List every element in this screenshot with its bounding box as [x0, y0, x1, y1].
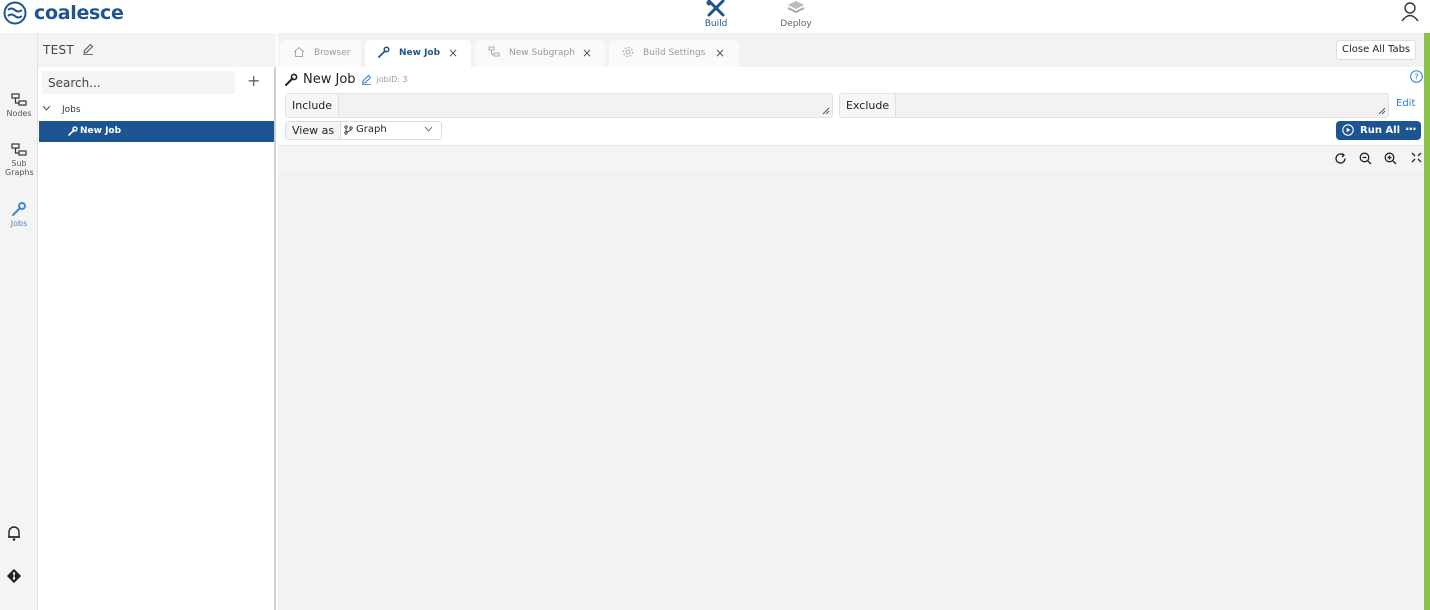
help-icon[interactable]: ?	[1410, 70, 1423, 83]
brand-name: coalesce	[34, 2, 124, 24]
project-header: TEST	[0, 33, 276, 67]
coalesce-logo-icon	[3, 1, 27, 25]
tab-label-browser: Browser	[314, 48, 351, 58]
subgraph-icon	[488, 46, 500, 57]
include-label: Include	[286, 94, 340, 117]
chevron-down-icon	[424, 126, 433, 132]
tree-item-label: New Job	[80, 126, 122, 136]
pencil-icon[interactable]	[361, 74, 372, 85]
top-bar: coalesce Build Deploy	[0, 0, 1430, 33]
tree-group-jobs[interactable]: Jobs	[38, 101, 274, 120]
tab-label-new-job: New Job	[399, 48, 441, 58]
left-rail: Nodes Sub Graphs Jobs	[0, 33, 38, 610]
nav-deploy[interactable]: Deploy	[771, 0, 821, 29]
view-as-label: View as	[286, 122, 342, 139]
exclude-filter[interactable]: Exclude	[839, 93, 1389, 118]
rail-item-jobs[interactable]: Jobs	[0, 201, 38, 228]
explorer-panel: + Jobs New Job	[38, 67, 276, 610]
tab-new-subgraph[interactable]: New Subgraph ×	[475, 40, 605, 67]
pencil-icon[interactable]	[82, 43, 94, 55]
zoom-out-icon[interactable]	[1359, 152, 1372, 165]
close-icon[interactable]: ×	[715, 46, 725, 60]
view-as-select[interactable]: View as Graph	[285, 121, 442, 140]
wrench-icon	[378, 46, 390, 58]
resize-handle-icon[interactable]	[822, 107, 830, 115]
tab-new-job[interactable]: New Job ×	[365, 40, 471, 67]
close-icon[interactable]: ×	[582, 46, 592, 60]
tree-group-label: Jobs	[62, 105, 81, 115]
refresh-icon[interactable]	[1334, 152, 1347, 165]
wrench-icon	[11, 202, 26, 217]
wrench-icon	[285, 73, 298, 86]
edit-link[interactable]: Edit	[1396, 98, 1415, 109]
rail-label-jobs: Jobs	[10, 219, 28, 228]
rail-label-subgraphs: Sub Graphs	[5, 159, 34, 177]
graph-toolbar	[278, 145, 1424, 172]
subgraphs-icon	[11, 143, 27, 156]
rail-item-subgraphs[interactable]: Sub Graphs	[0, 143, 38, 177]
tab-build-settings[interactable]: Build Settings ×	[609, 40, 739, 67]
rail-label-nodes: Nodes	[6, 109, 32, 118]
main-area: Browser New Job × New Subgraph × Build S…	[278, 33, 1424, 610]
graph-canvas[interactable]	[278, 172, 1424, 610]
tab-label-build-settings: Build Settings	[643, 48, 706, 58]
tab-strip: Browser New Job × New Subgraph × Build S…	[278, 33, 1424, 67]
bell-icon[interactable]	[7, 525, 21, 541]
add-button[interactable]: +	[247, 73, 260, 89]
zoom-in-icon[interactable]	[1384, 152, 1397, 165]
tab-label-new-subgraph: New Subgraph	[509, 48, 575, 58]
more-options-icon[interactable]: ···	[1405, 122, 1417, 136]
job-toolbar: New Job jobID: 3 ? Include Exclude Edit	[278, 67, 1424, 177]
nav-deploy-label: Deploy	[780, 19, 812, 29]
user-icon[interactable]	[1400, 2, 1420, 22]
branch-icon	[344, 124, 353, 135]
resize-handle-icon[interactable]	[1378, 107, 1386, 115]
search-input[interactable]	[42, 71, 235, 94]
tree-item-new-job[interactable]: New Job	[39, 121, 274, 142]
nodes-icon	[11, 93, 27, 106]
chevron-down-icon[interactable]	[42, 105, 51, 111]
job-id: jobID: 3	[376, 74, 408, 84]
exclude-label: Exclude	[840, 94, 897, 117]
wrench-icon	[68, 126, 78, 136]
fit-screen-icon[interactable]	[1411, 152, 1422, 163]
job-title: New Job	[303, 71, 356, 87]
rail-item-nodes[interactable]: Nodes	[0, 93, 38, 118]
play-circle-icon	[1342, 124, 1354, 136]
gear-icon	[623, 47, 633, 57]
project-name: TEST	[43, 43, 75, 57]
run-all-label: Run All	[1360, 125, 1401, 136]
include-filter[interactable]: Include	[285, 93, 833, 118]
close-all-tabs-button[interactable]: Close All Tabs	[1336, 40, 1417, 60]
view-as-value: Graph	[344, 124, 387, 135]
build-icon	[706, 0, 725, 17]
nav-build[interactable]: Build	[691, 0, 741, 29]
svg-text:?: ?	[1414, 73, 1418, 82]
git-icon[interactable]	[6, 568, 22, 584]
run-all-button[interactable]: Run All ···	[1336, 121, 1421, 140]
nav-build-label: Build	[704, 19, 728, 29]
brand-logo[interactable]: coalesce	[2, 1, 124, 25]
view-as-value-text: Graph	[356, 124, 387, 135]
side-strip	[1424, 33, 1430, 610]
close-icon[interactable]: ×	[448, 46, 458, 60]
home-icon	[293, 46, 305, 57]
tab-browser[interactable]: Browser	[280, 40, 361, 67]
job-title-row: New Job jobID: 3	[285, 70, 408, 88]
deploy-icon	[787, 1, 805, 14]
